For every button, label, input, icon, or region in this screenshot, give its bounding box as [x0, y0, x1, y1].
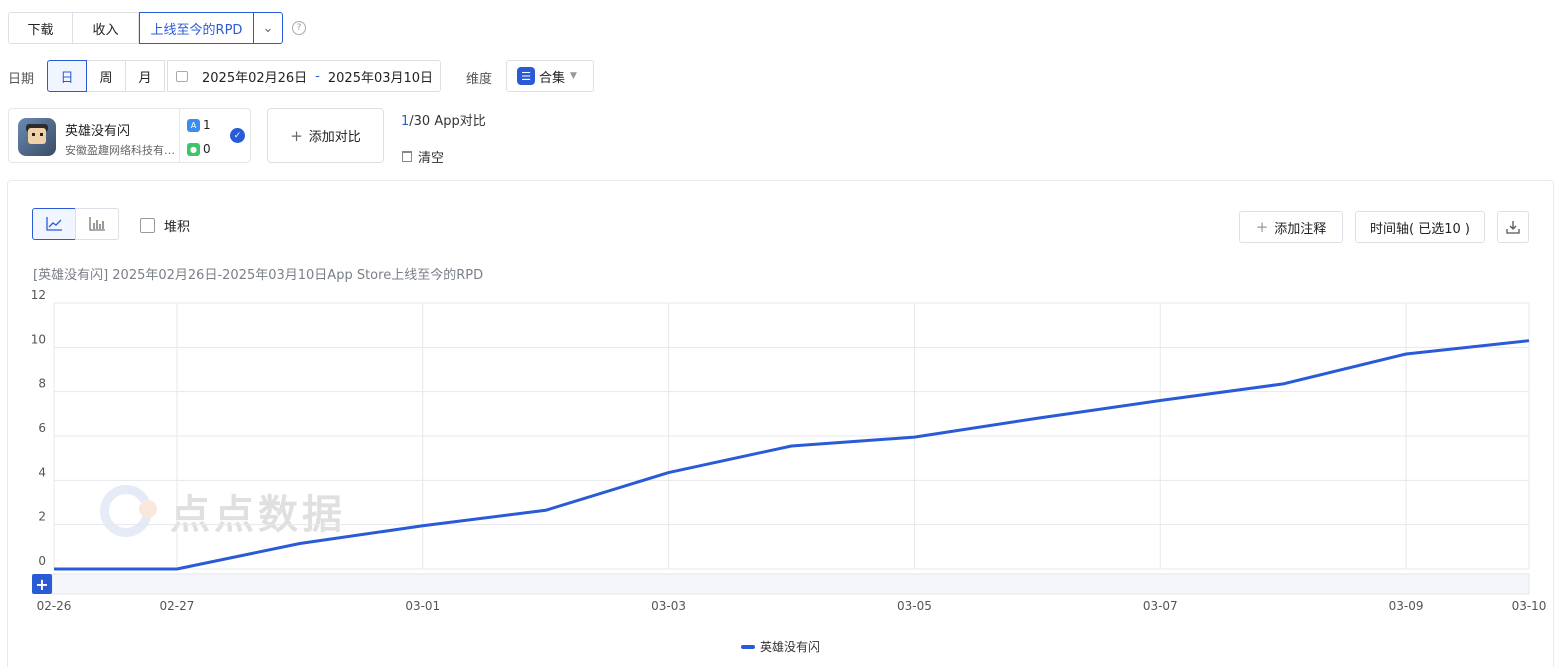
tab-download[interactable]: 下载 — [8, 12, 73, 44]
ios-store-count: A 1 — [187, 118, 211, 132]
android-count-value: 0 — [203, 142, 211, 156]
tab-revenue[interactable]: 收入 — [73, 12, 139, 44]
bar-chart-button[interactable] — [75, 208, 119, 240]
chart-panel — [7, 180, 1554, 667]
compare-count-rest: /30 App对比 — [409, 114, 486, 129]
watermark-text: 点点数据 — [170, 492, 346, 538]
add-compare-button[interactable]: + 添加对比 — [267, 108, 384, 163]
plus-icon: + — [1255, 218, 1269, 236]
chart-type-toggle — [32, 208, 119, 240]
stack-checkbox[interactable] — [140, 218, 155, 233]
app-developer: 安徽盈趣网络科技有限公司 — [65, 144, 177, 157]
add-compare-label: 添加对比 — [308, 130, 361, 145]
layers-icon: ☰ — [517, 67, 535, 85]
add-annotation-button[interactable]: + 添加注释 — [1239, 211, 1343, 243]
granularity-selector: 日 周 月 — [47, 60, 165, 92]
stack-toggle[interactable]: 堆积 — [140, 216, 190, 235]
chevron-down-icon: ▼ — [570, 71, 577, 81]
line-chart-icon — [46, 217, 62, 231]
dimension-select[interactable]: ☰ 合集 ▼ — [506, 60, 594, 92]
app-name: 英雄没有闪 — [65, 124, 131, 139]
date-start: 2025年02月26日 — [202, 70, 308, 86]
line-chart-button[interactable] — [32, 208, 76, 240]
watermark: 点点数据 — [100, 482, 346, 540]
trash-icon — [402, 151, 412, 162]
android-icon: ● — [187, 142, 200, 156]
date-separator: - — [315, 68, 320, 84]
app-store-icon: A — [187, 118, 200, 132]
dimension-label: 维度 — [466, 72, 493, 87]
dimension-value: 合集 — [539, 70, 566, 86]
android-store-count: ● 0 — [187, 142, 211, 156]
download-button[interactable] — [1497, 211, 1529, 243]
chart-legend[interactable]: 英雄没有闪 — [741, 638, 820, 655]
metric-tabs: 下载 收入 上线至今的RPD ⌄ — [8, 12, 283, 44]
granularity-month[interactable]: 月 — [125, 60, 165, 92]
bar-chart-icon — [89, 217, 105, 231]
legend-swatch — [741, 644, 755, 649]
metric-dropdown-button[interactable]: ⌄ — [253, 12, 283, 44]
granularity-day[interactable]: 日 — [47, 60, 87, 92]
granularity-week[interactable]: 周 — [86, 60, 126, 92]
stack-label: 堆积 — [164, 220, 191, 235]
timeline-button[interactable]: 时间轴( 已选10 ) — [1355, 211, 1485, 243]
chart-subtitle: [英雄没有闪] 2025年02月26日-2025年03月10日App Store… — [33, 268, 484, 283]
chevron-down-icon: ⌄ — [262, 20, 274, 36]
watermark-logo — [100, 485, 157, 537]
tab-rpd[interactable]: 上线至今的RPD — [139, 12, 254, 44]
compare-count: 1/30 App对比 — [401, 110, 486, 129]
plus-icon: + — [290, 126, 303, 145]
help-icon[interactable]: ? — [292, 21, 306, 35]
ios-count-value: 1 — [203, 118, 211, 132]
clear-label: 清空 — [418, 151, 445, 166]
add-annotation-label: 添加注释 — [1274, 221, 1327, 237]
date-range-picker[interactable]: 2025年02月26日 - 2025年03月10日 — [167, 60, 441, 92]
calendar-icon — [176, 70, 188, 82]
expand-timeline-button[interactable]: + — [32, 574, 52, 594]
clear-button[interactable]: 清空 — [402, 147, 444, 166]
app-icon — [18, 118, 56, 156]
legend-label: 英雄没有闪 — [760, 640, 821, 654]
divider — [179, 109, 180, 162]
date-end: 2025年03月10日 — [327, 70, 434, 86]
date-label: 日期 — [8, 72, 35, 87]
download-icon — [1506, 221, 1520, 234]
checkmark-icon[interactable]: ✓ — [230, 128, 245, 143]
app-card[interactable]: 英雄没有闪 安徽盈趣网络科技有限公司 A 1 ● 0 ✓ — [8, 108, 251, 163]
